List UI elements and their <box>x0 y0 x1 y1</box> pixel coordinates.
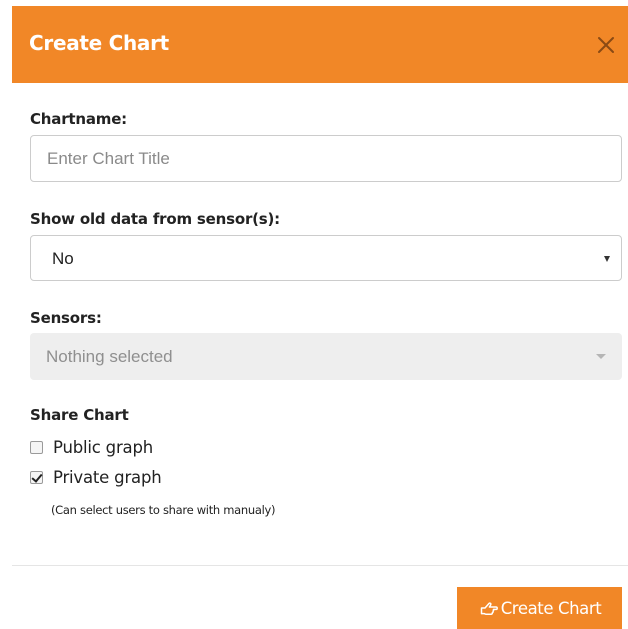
caret-down-icon <box>596 354 606 359</box>
show-old-data-select[interactable]: No <box>30 235 622 281</box>
chartname-label: Chartname: <box>30 110 127 128</box>
public-graph-checkbox[interactable] <box>30 440 43 454</box>
create-chart-label: Create Chart <box>500 599 602 618</box>
private-graph-label: Private graph <box>53 467 162 487</box>
public-graph-label: Public graph <box>53 437 153 457</box>
sensors-label: Sensors: <box>30 309 102 327</box>
dialog-title: Create Chart <box>29 31 169 55</box>
create-chart-button[interactable]: Create Chart <box>457 587 622 629</box>
sensors-select[interactable]: Nothing selected <box>30 333 622 380</box>
footer-divider <box>12 565 628 566</box>
private-graph-checkbox[interactable] <box>30 470 43 484</box>
share-hint: (Can select users to share with manualy) <box>51 503 276 517</box>
hand-pointing-right-icon <box>480 601 498 615</box>
chartname-input[interactable] <box>30 135 622 182</box>
share-chart-label: Share Chart <box>30 406 129 424</box>
public-graph-option[interactable]: Public graph <box>30 436 153 458</box>
show-old-data-value: No <box>52 249 74 268</box>
caret-down-icon <box>604 256 610 262</box>
sensors-value: Nothing selected <box>46 347 173 366</box>
show-old-data-label: Show old data from sensor(s): <box>30 210 280 228</box>
private-graph-option[interactable]: Private graph <box>30 466 162 488</box>
close-icon[interactable] <box>595 34 617 56</box>
dialog-header: Create Chart <box>12 6 628 83</box>
